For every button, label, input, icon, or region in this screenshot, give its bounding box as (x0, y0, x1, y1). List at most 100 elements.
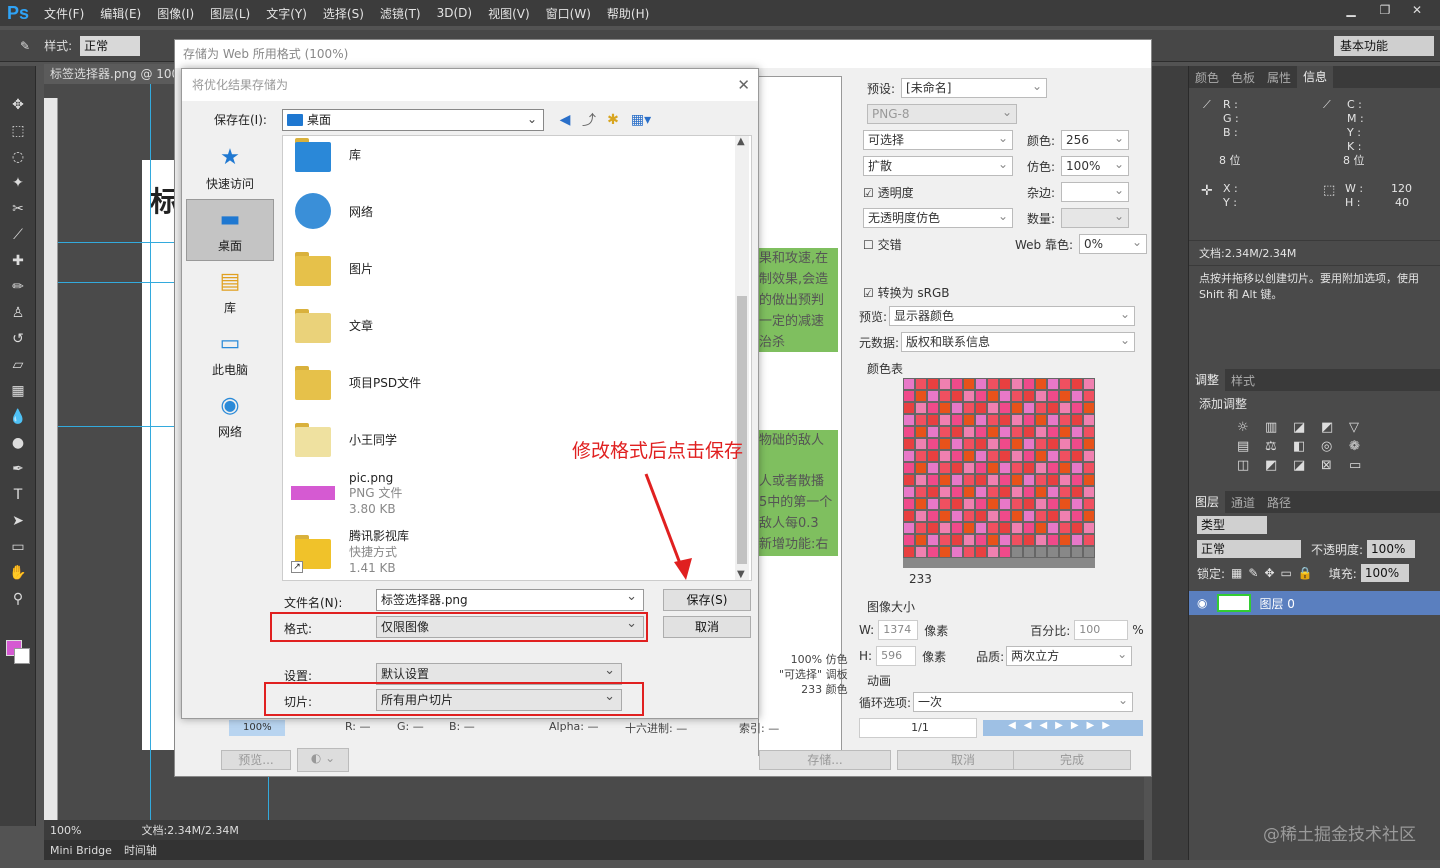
color-swatch[interactable] (1035, 546, 1047, 558)
color-swatch[interactable] (1011, 486, 1023, 498)
color-swatch[interactable] (951, 390, 963, 402)
color-swatch[interactable] (1023, 450, 1035, 462)
color-swatch[interactable] (939, 522, 951, 534)
color-swatch[interactable] (1071, 390, 1083, 402)
color-swatch[interactable] (987, 534, 999, 546)
color-swatch[interactable] (927, 450, 939, 462)
color-swatch[interactable] (963, 522, 975, 534)
color-swatch[interactable] (951, 414, 963, 426)
color-swatch[interactable] (987, 522, 999, 534)
scroll-up-icon[interactable]: ▲ (737, 136, 745, 147)
color-swatch[interactable] (975, 510, 987, 522)
color-swatch[interactable] (999, 438, 1011, 450)
reduction-select[interactable]: 可选择 (863, 129, 1013, 150)
color-swatch[interactable] (903, 474, 915, 486)
color-swatch[interactable] (963, 402, 975, 414)
color-swatch[interactable] (927, 402, 939, 414)
color-swatch[interactable] (1023, 390, 1035, 402)
color-swatch[interactable] (1035, 498, 1047, 510)
color-swatch[interactable] (1083, 426, 1095, 438)
color-swatch[interactable] (1083, 486, 1095, 498)
color-swatch[interactable] (999, 402, 1011, 414)
color-swatch[interactable] (1083, 462, 1095, 474)
color-swatch[interactable] (1035, 414, 1047, 426)
color-swatch[interactable] (975, 486, 987, 498)
brush-icon[interactable]: ✏ (0, 274, 36, 300)
color-swatch[interactable] (1047, 378, 1059, 390)
color-swatch[interactable] (951, 534, 963, 546)
color-swatch[interactable] (1059, 522, 1071, 534)
color-swatch[interactable] (1083, 378, 1095, 390)
color-swatch[interactable] (963, 390, 975, 402)
save-in-select[interactable]: 桌面 ⌄ (282, 109, 544, 131)
color-swatch[interactable] (1071, 438, 1083, 450)
tab-timeline[interactable]: 时间轴 (118, 842, 163, 858)
color-swatch[interactable] (1071, 426, 1083, 438)
color-swatch[interactable] (999, 462, 1011, 474)
color-swatch[interactable] (1059, 402, 1071, 414)
color-swatch[interactable] (987, 510, 999, 522)
color-swatch[interactable] (903, 486, 915, 498)
levels-icon[interactable]: ▥ (1265, 420, 1289, 435)
scroll-thumb[interactable] (737, 296, 747, 564)
color-swatch[interactable] (1023, 498, 1035, 510)
color-swatch[interactable] (951, 474, 963, 486)
file-list-scrollbar[interactable]: ▲ ▼ (735, 136, 749, 580)
color-swatch[interactable] (939, 390, 951, 402)
color-swatch[interactable] (903, 510, 915, 522)
color-swatch[interactable] (999, 534, 1011, 546)
place-desktop[interactable]: ▬ 桌面 (186, 199, 274, 261)
color-swatch[interactable] (963, 450, 975, 462)
fill-input[interactable]: 100% (1360, 564, 1409, 582)
loop-select[interactable]: 一次 (913, 691, 1134, 712)
color-swatch[interactable] (1083, 450, 1095, 462)
color-swatch[interactable] (1071, 546, 1083, 558)
stamp-tool-icon[interactable]: ♙ (0, 300, 36, 326)
color-swatch[interactable] (927, 390, 939, 402)
color-swatch[interactable] (1083, 534, 1095, 546)
color-swatch[interactable] (1023, 462, 1035, 474)
color-swatch[interactable] (1059, 462, 1071, 474)
menu-window[interactable]: 窗口(W) (538, 5, 599, 22)
hand-tool-icon[interactable]: ✋ (0, 560, 36, 586)
color-swatch[interactable] (903, 462, 915, 474)
invert-icon[interactable]: ◫ (1237, 458, 1261, 473)
move-tool-icon[interactable]: ✥ (0, 92, 36, 118)
color-swatch[interactable] (1083, 414, 1095, 426)
color-swatch[interactable] (1047, 486, 1059, 498)
tab-adjustments[interactable]: 调整 (1189, 369, 1226, 391)
brush-tool-icon[interactable]: ✎ (20, 39, 30, 53)
color-swatch[interactable] (963, 378, 975, 390)
color-swatch[interactable] (1035, 390, 1047, 402)
color-swatch[interactable] (1011, 450, 1023, 462)
tab-layers[interactable]: 图层 (1189, 491, 1226, 513)
color-swatch[interactable] (1011, 378, 1023, 390)
color-swatch[interactable] (975, 414, 987, 426)
color-swatch[interactable] (903, 534, 915, 546)
color-swatch[interactable] (1023, 438, 1035, 450)
color-swatch[interactable] (1023, 486, 1035, 498)
color-swatch[interactable] (987, 474, 999, 486)
color-swatch[interactable] (1059, 534, 1071, 546)
color-swatch[interactable] (1071, 462, 1083, 474)
color-swatch[interactable] (963, 546, 975, 558)
gradient-tool-icon[interactable]: ▦ (0, 378, 36, 404)
place-network[interactable]: ◉ 网络 (186, 385, 274, 447)
threshold-icon[interactable]: ◪ (1293, 458, 1317, 473)
color-swatch[interactable] (1011, 546, 1023, 558)
tab-channels[interactable]: 通道 (1225, 494, 1261, 511)
dither-select[interactable]: 100% (1061, 155, 1130, 176)
color-swatch[interactable] (1011, 426, 1023, 438)
preset-select[interactable]: [未命名] (901, 77, 1048, 98)
lasso-tool-icon[interactable]: ◌ (0, 144, 36, 170)
save-button[interactable]: 保存(S) (663, 589, 751, 611)
color-swatch[interactable] (903, 402, 915, 414)
color-swatch[interactable] (939, 414, 951, 426)
color-swatch[interactable] (927, 522, 939, 534)
color-swatch[interactable] (999, 474, 1011, 486)
color-swatch[interactable] (1011, 402, 1023, 414)
color-swatch[interactable] (1071, 474, 1083, 486)
color-swatch[interactable] (927, 546, 939, 558)
color-swatch[interactable] (1023, 426, 1035, 438)
color-swatch[interactable] (1035, 510, 1047, 522)
